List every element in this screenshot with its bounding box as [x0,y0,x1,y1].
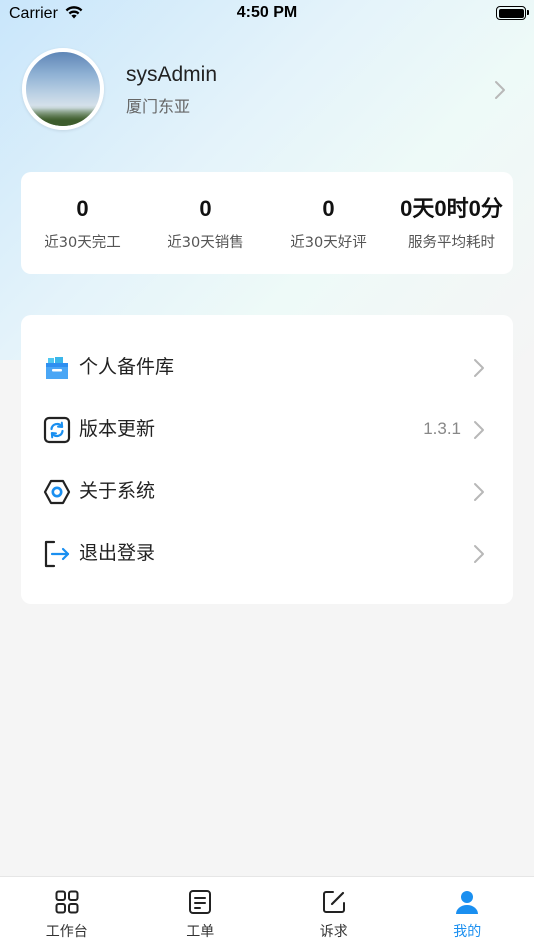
tab-label: 工作台 [45,924,88,940]
folder-icon [46,357,68,379]
tab-workbench[interactable]: 工作台 [0,877,134,950]
menu-item-about[interactable]: 关于系统 [21,460,513,522]
tab-requests[interactable]: 诉求 [267,877,401,950]
settings-menu: 个人备件库 版本更新 1.3.1 关于系统 退出登录 [21,315,513,604]
stat-label: 近30天好评 [290,235,367,251]
stat-label: 近30天完工 [44,235,121,251]
hexagon-icon [43,479,71,505]
stat-value: 0 [76,196,89,221]
logout-icon [44,540,70,568]
chevron-right-icon [474,483,484,501]
stat-label: 近30天销售 [167,235,244,251]
grid-icon [55,890,79,914]
stat-sales[interactable]: 0 近30天销售 [144,172,267,274]
tab-mine[interactable]: 我的 [401,877,534,950]
tab-label: 我的 [453,924,482,940]
stat-value: 0天0时0分 [400,196,503,221]
document-icon [189,890,212,914]
user-icon [456,891,479,914]
stats-card: 0 近30天完工 0 近30天销售 0 近30天好评 0天0时0分 服务平均耗时 [21,172,513,274]
username: sysAdmin [126,63,218,86]
stat-value: 0 [199,196,212,221]
edit-icon [322,891,345,913]
chevron-right-icon [474,359,484,377]
tab-label: 工单 [186,924,215,940]
stat-completed[interactable]: 0 近30天完工 [21,172,144,274]
chevron-right-icon [474,421,484,439]
stat-reviews[interactable]: 0 近30天好评 [267,172,390,274]
menu-item-version-update[interactable]: 版本更新 1.3.1 [21,398,513,460]
menu-label: 关于系统 [79,480,156,502]
avatar[interactable] [22,48,104,130]
menu-label: 版本更新 [79,418,156,440]
status-time: 4:50 PM [236,4,298,21]
stat-label: 服务平均耗时 [408,235,495,251]
refresh-icon [43,416,71,444]
chevron-right-icon [474,545,484,563]
stat-avg-service-time[interactable]: 0天0时0分 服务平均耗时 [390,172,513,274]
profile-header[interactable]: sysAdmin 厦门东亚 [20,46,514,132]
version-value: 1.3.1 [423,419,461,438]
chevron-right-icon[interactable] [494,80,506,100]
menu-label: 个人备件库 [79,356,175,378]
tab-bar: 工作台 工单 诉求 我的 [0,876,534,950]
tab-label: 诉求 [319,924,348,940]
tab-work-orders[interactable]: 工单 [134,877,268,950]
menu-label: 退出登录 [79,542,156,564]
status-bar: Carrier 4:50 PM [0,0,534,28]
battery-icon [496,6,529,20]
menu-item-logout[interactable]: 退出登录 [21,522,513,584]
stat-value: 0 [322,196,335,221]
menu-item-parts-library[interactable]: 个人备件库 [21,336,513,398]
user-location: 厦门东亚 [126,97,191,116]
